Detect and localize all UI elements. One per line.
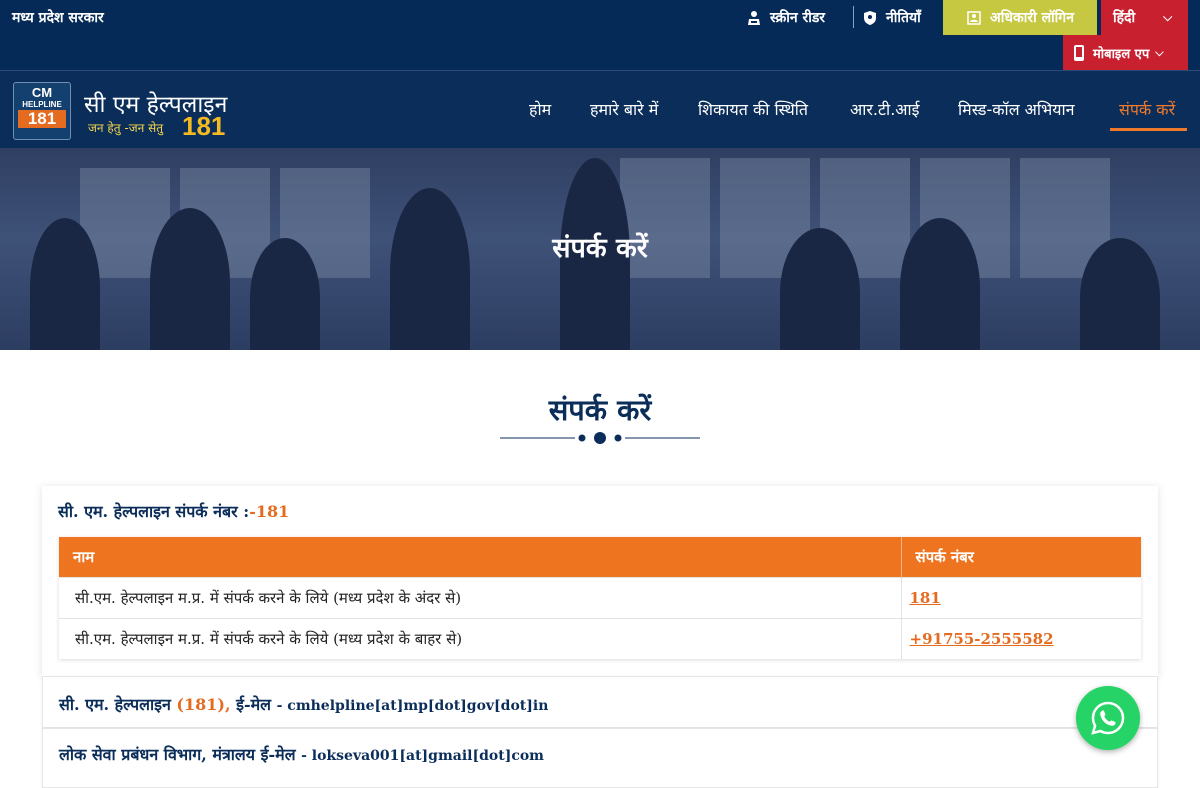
main-navbar: CM HELPLINE 181 सी एम हेल्पलाइन जन हेतु … [0,70,1200,148]
chevron-down-icon: ⌵ [1155,45,1164,59]
nav-item-rti[interactable]: आर.टी.आई [850,98,919,120]
cm-helpline-logo[interactable]: CM HELPLINE 181 [13,82,71,140]
screen-reader-link[interactable]: स्क्रीन रीडर [746,0,825,35]
nav-item-complaint-status[interactable]: शिकायत की स्थिति [698,98,808,120]
language-label: हिंदी [1113,10,1136,26]
policies-link[interactable]: नीतियाँ [862,0,921,35]
nav-active-underline [1110,128,1187,131]
contact-heading-text: सी. एम. हेल्पलाइन संपर्क नंबर : [58,502,250,521]
email-row-text: सी. एम. हेल्पलाइन (181), ई-मेल - cmhelpl… [59,693,548,715]
phone-link[interactable]: 181 [910,589,941,607]
login-icon [966,10,982,26]
email-row-text: लोक सेवा प्रबंधन विभाग, मंत्रालय ई-मेल -… [59,743,544,765]
mobile-app-label: मोबाइल एप [1093,46,1150,62]
officer-login-label: अधिकारी लॉगिन [990,10,1074,26]
nav-item-contact[interactable]: संपर्क करें [1119,98,1175,120]
policies-label: नीतियाँ [886,10,921,26]
table-cell-name: सी.एम. हेल्पलाइन म.प्र. में संपर्क करने … [59,576,902,618]
email-row: लोक सेवा प्रबंधन विभाग, मंत्रालय ई-मेल -… [42,728,1158,788]
nav-item-missed-call[interactable]: मिस्ड-कॉल अभियान [958,98,1075,120]
language-select[interactable]: हिंदी ⌵ [1101,0,1188,35]
site-tagline: जन हेतु -जन सेतु [88,121,164,135]
table-row: सी.एम. हेल्पलाइन म.प्र. में संपर्क करने … [59,576,1141,618]
table-cell-name: सी.एम. हेल्पलाइन म.प्र. में संपर्क करने … [59,617,902,659]
table-row: सी.एम. हेल्पलाइन म.प्र. में संपर्क करने … [59,617,1141,659]
email-address: - cmhelpline[at]mp[dot]gov[dot]in [276,698,549,714]
table-cell-number: 181 [901,576,1141,618]
contact-table: नाम संपर्क नंबर सी.एम. हेल्पलाइन म.प्र. … [59,537,1141,659]
email-row-label: लोक सेवा प्रबंधन विभाग, मंत्रालय ई-मेल [59,745,296,764]
top-utility-bar: मध्य प्रदेश सरकार स्क्रीन रीडर नीतियाँ अ… [0,0,1200,70]
government-name: मध्य प्रदेश सरकार [12,10,104,26]
email-row: सी. एम. हेल्पलाइन (181), ई-मेल - cmhelpl… [42,676,1158,728]
whatsapp-icon [1091,701,1125,735]
screen-reader-label: स्क्रीन रीडर [770,10,826,26]
email-row-number: (181), [176,695,231,714]
mobile-app-button[interactable]: मोबाइल एप ⌵ [1063,35,1188,70]
site-number: 181 [182,111,226,141]
email-row-label: सी. एम. हेल्पलाइन [59,695,171,714]
mobile-phone-icon [1073,44,1085,61]
logo-number: 181 [18,110,66,128]
officer-login-button[interactable]: अधिकारी लॉगिन [943,0,1097,35]
shield-icon [862,10,878,26]
email-row-label-2: ई-मेल [236,695,272,714]
column-header-number: संपर्क नंबर [901,537,1141,577]
page-title: संपर्क करें [548,393,652,427]
whatsapp-button[interactable] [1076,686,1140,750]
screen-reader-icon [746,10,762,26]
phone-link[interactable]: +91755-2555582 [910,630,1054,648]
table-cell-number: +91755-2555582 [901,617,1141,659]
contact-number-card: सी. एम. हेल्पलाइन संपर्क नंबर :-181 नाम … [42,486,1158,676]
nav-item-about[interactable]: हमारे बारे में [590,98,658,120]
title-divider [500,432,700,444]
email-address: - lokseva001[at]gmail[dot]com [301,748,544,764]
chevron-down-icon: ⌵ [1163,10,1173,24]
table-header-row: नाम संपर्क नंबर [59,537,1141,577]
column-header-name: नाम [59,537,902,577]
hero-title: संपर्क करें [552,233,648,264]
logo-cm-text: CM [31,85,53,100]
nav-item-home[interactable]: होम [529,98,551,120]
hero-banner: संपर्क करें [0,148,1200,350]
topbar-divider [853,6,854,28]
contact-card-heading: सी. एम. हेल्पलाइन संपर्क नंबर :-181 [58,500,289,522]
contact-heading-number: -181 [249,502,290,521]
logo-helpline-text: HELPLINE [22,100,62,109]
